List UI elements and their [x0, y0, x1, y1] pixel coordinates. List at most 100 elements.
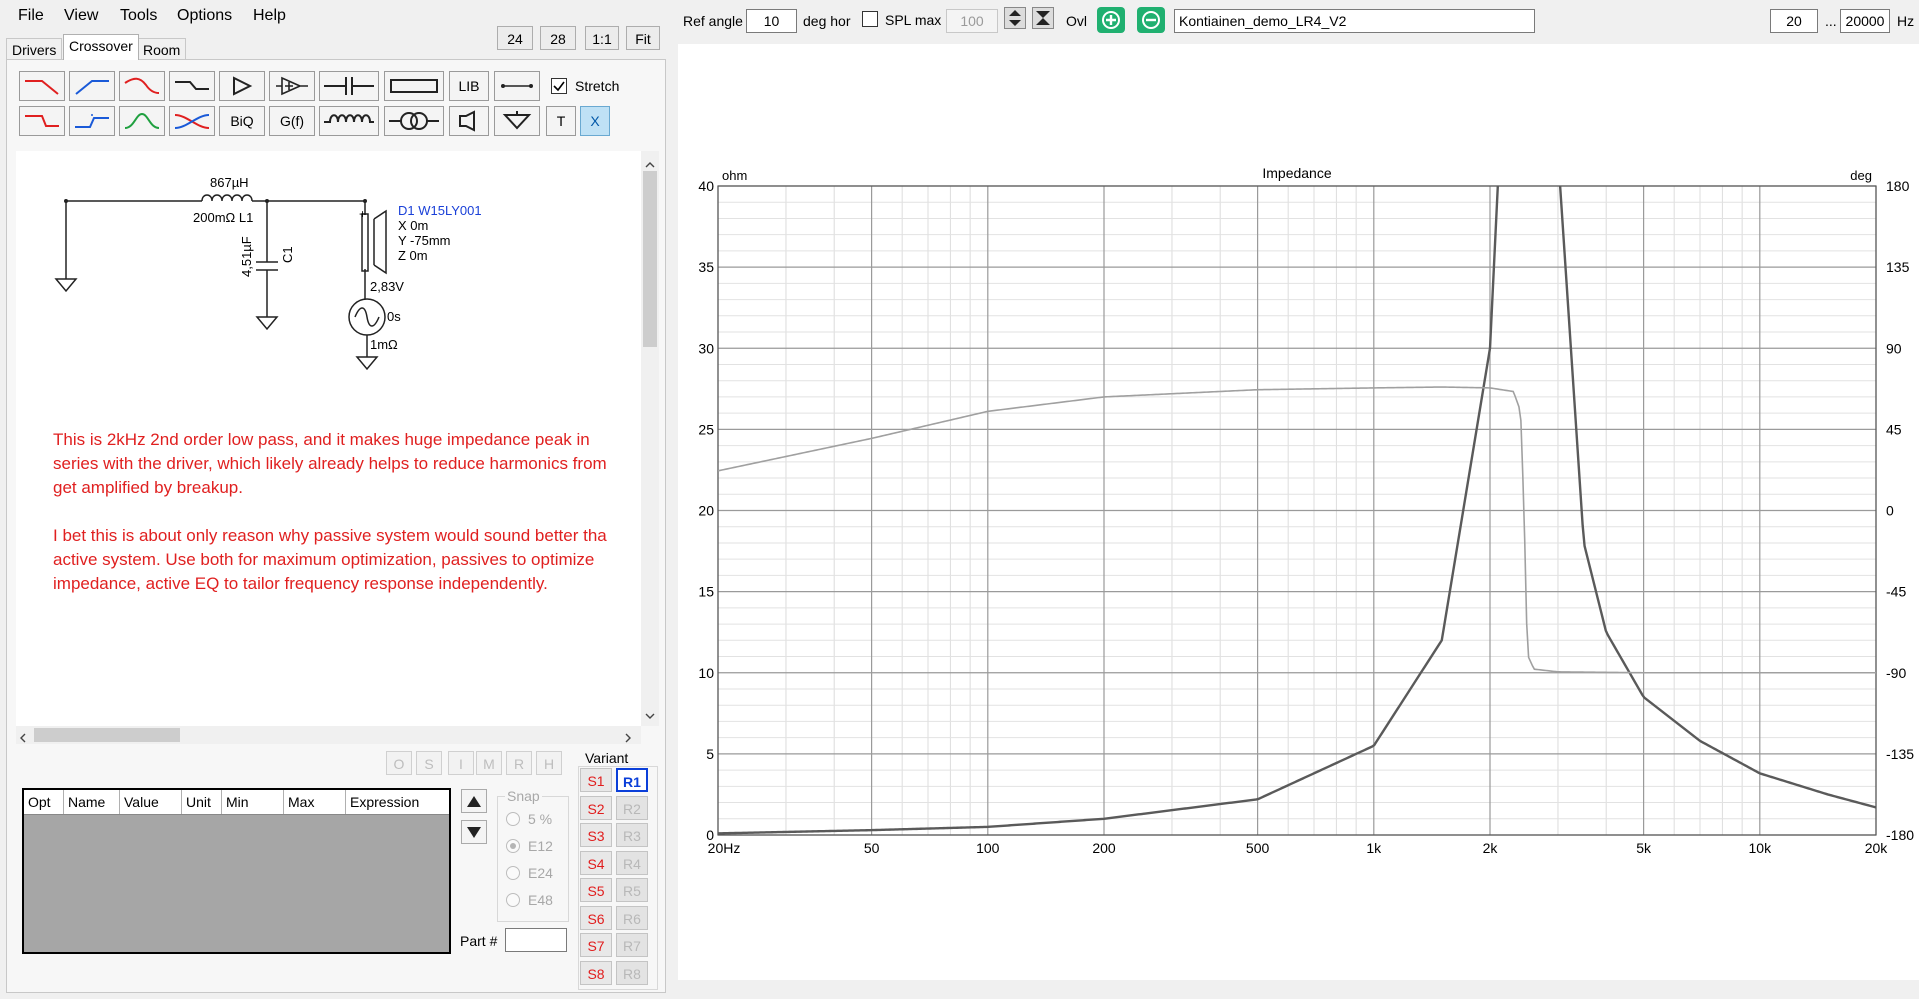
variant-r4-button[interactable]: R4: [616, 850, 648, 875]
checkmark-icon: [553, 81, 565, 92]
driver-y: Y -75mm: [398, 233, 451, 248]
snap-e24-radio[interactable]: [506, 866, 520, 880]
variant-s4-button[interactable]: S4: [580, 850, 612, 875]
snap-e12-radio[interactable]: [506, 839, 520, 853]
resistor-button[interactable]: [384, 71, 444, 101]
project-name-field[interactable]: Kontiainen_demo_LR4_V2: [1174, 9, 1535, 33]
tab-room[interactable]: Room: [137, 38, 187, 61]
highpass-1st-button[interactable]: [69, 71, 115, 101]
variant-r2-button[interactable]: R2: [616, 795, 648, 820]
canvas-vertical-scrollbar[interactable]: [641, 151, 659, 726]
move-up-button[interactable]: [461, 789, 487, 813]
variant-s2-button[interactable]: S2: [580, 795, 612, 820]
opt-i-button[interactable]: I: [448, 751, 474, 775]
capacitor-button[interactable]: [319, 71, 379, 101]
x-tick-label: 500: [1246, 840, 1270, 856]
menu-tools[interactable]: Tools: [120, 7, 157, 25]
inductor-button[interactable]: [319, 106, 379, 136]
x-tick-label: 10k: [1749, 840, 1773, 856]
col-unit[interactable]: Unit: [182, 790, 222, 814]
delete-button[interactable]: X: [580, 106, 610, 136]
part-number-input[interactable]: [505, 928, 567, 952]
variant-s8-button[interactable]: S8: [580, 960, 612, 985]
add-overlay-button[interactable]: [1097, 7, 1125, 33]
snap-5pct-radio[interactable]: [506, 812, 520, 826]
col-name[interactable]: Name: [64, 790, 120, 814]
zoom-24-button[interactable]: 24: [497, 26, 533, 50]
zoom-1to1-button[interactable]: 1:1: [585, 26, 619, 50]
scroll-left-icon[interactable]: [18, 730, 28, 743]
opt-r-button[interactable]: R: [506, 751, 532, 775]
shelf-icon: [175, 81, 209, 90]
move-down-button[interactable]: [461, 820, 487, 844]
stretch-checkbox[interactable]: [551, 78, 567, 94]
col-expression[interactable]: Expression: [346, 790, 449, 814]
crossover-filter-button[interactable]: [169, 106, 215, 136]
col-max[interactable]: Max: [284, 790, 346, 814]
horizontal-scroll-thumb[interactable]: [34, 728, 180, 742]
lowpass-1st-button[interactable]: [19, 71, 65, 101]
ref-angle-input[interactable]: 10: [746, 9, 797, 33]
canvas-horizontal-scrollbar[interactable]: [16, 726, 641, 744]
highpass-2nd-button[interactable]: [69, 106, 115, 136]
spl-max-input[interactable]: 100: [946, 9, 998, 33]
y2-tick-label: -135: [1886, 746, 1914, 762]
opt-m-button[interactable]: M: [476, 751, 502, 775]
variant-s6-button[interactable]: S6: [580, 905, 612, 930]
library-button[interactable]: LIB: [449, 71, 489, 101]
zoom-28-button[interactable]: 28: [540, 26, 576, 50]
transfer-function-button[interactable]: G(f): [269, 106, 315, 136]
y2-tick-label: -90: [1886, 665, 1906, 681]
remove-overlay-button[interactable]: [1137, 7, 1165, 33]
variant-r7-button[interactable]: R7: [616, 933, 648, 957]
tab-drivers[interactable]: Drivers: [6, 38, 63, 61]
scroll-up-icon[interactable]: [645, 157, 655, 168]
ground-button[interactable]: [494, 106, 540, 136]
scroll-down-icon[interactable]: [645, 708, 655, 719]
scroll-right-icon[interactable]: [623, 730, 633, 743]
col-value[interactable]: Value: [120, 790, 182, 814]
variant-s3-button[interactable]: S3: [580, 823, 612, 847]
col-opt[interactable]: Opt: [24, 790, 64, 814]
opamp-button[interactable]: [269, 71, 315, 101]
spl-collapse-button[interactable]: [1032, 7, 1054, 29]
snap-e48-radio[interactable]: [506, 893, 520, 907]
shelf-button[interactable]: [169, 71, 215, 101]
lowpass-2nd-button[interactable]: [19, 106, 65, 136]
menu-help[interactable]: Help: [253, 7, 286, 25]
opt-s-button[interactable]: S: [416, 751, 442, 775]
variant-s5-button[interactable]: S5: [580, 878, 612, 902]
vertical-scroll-thumb[interactable]: [643, 171, 657, 347]
parameter-table[interactable]: Opt Name Value Unit Min Max Expression: [22, 788, 451, 954]
menu-file[interactable]: File: [18, 7, 44, 25]
freq-max-input[interactable]: 20000: [1840, 9, 1890, 33]
menu-view[interactable]: View: [64, 7, 98, 25]
variant-r6-button[interactable]: R6: [616, 905, 648, 930]
tab-crossover[interactable]: Crossover: [63, 34, 139, 60]
variant-r3-button[interactable]: R3: [616, 823, 648, 847]
variant-s1-button[interactable]: S1: [580, 768, 612, 792]
menu-options[interactable]: Options: [177, 7, 232, 25]
wire-button[interactable]: [494, 71, 540, 101]
variant-s7-button[interactable]: S7: [580, 933, 612, 957]
opt-h-button[interactable]: H: [536, 751, 562, 775]
y2-tick-label: 180: [1886, 178, 1910, 194]
variant-r8-button[interactable]: R8: [616, 960, 648, 985]
col-min[interactable]: Min: [222, 790, 284, 814]
transformer-button[interactable]: [384, 106, 444, 136]
biquad-button[interactable]: BiQ: [219, 106, 265, 136]
text-button[interactable]: T: [546, 106, 576, 136]
impedance-chart[interactable]: 20Hz 50 100 200 500 1k 2k 5k 10k 20k0510152025303…: [678, 44, 1919, 980]
freq-min-input[interactable]: 20: [1770, 9, 1818, 33]
opt-o-button[interactable]: O: [386, 751, 412, 775]
variant-r5-button[interactable]: R5: [616, 878, 648, 902]
impedance-chart-area[interactable]: 20Hz 50 100 200 500 1k 2k 5k 10k 20k 0 5 10 15 20 25 30 3…: [678, 44, 1919, 980]
driver-button[interactable]: [449, 106, 489, 136]
spl-updown-button[interactable]: [1004, 7, 1026, 29]
buffer-button[interactable]: [219, 71, 265, 101]
peak-filter-button[interactable]: [119, 106, 165, 136]
spl-max-checkbox[interactable]: [862, 11, 878, 27]
variant-r1-button[interactable]: R1: [616, 768, 648, 792]
zoom-fit-button[interactable]: Fit: [626, 26, 660, 50]
bandpass-button[interactable]: [119, 71, 165, 101]
